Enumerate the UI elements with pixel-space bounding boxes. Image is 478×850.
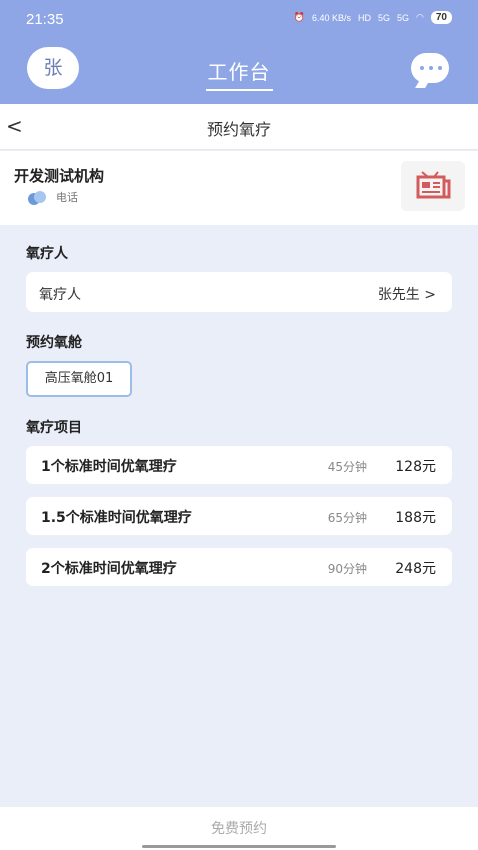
therapy-duration: 90分钟: [327, 562, 367, 576]
org-name: 开发测试机构: [14, 167, 105, 185]
org-news-button[interactable]: [401, 161, 465, 211]
therapy-price: 188元: [395, 510, 436, 526]
status-icons: ⏰ 6.40 KB/s HD 5G 5G ◠ 70: [294, 11, 452, 24]
app-header: 21:35 ⏰ 6.40 KB/s HD 5G 5G ◠ 70 张 工作台: [0, 0, 478, 104]
signal-icon: 5G: [397, 12, 410, 23]
net-speed: 6.40 KB/s: [311, 12, 351, 23]
phone-link[interactable]: 电话: [28, 189, 78, 205]
message-button[interactable]: [411, 53, 449, 83]
therapy-name: 1个标准时间优氧理疗: [41, 459, 177, 475]
phone-icon: [28, 189, 46, 205]
newspaper-icon: [416, 171, 451, 199]
phone-label: 电话: [56, 191, 78, 204]
signal-icon: 5G: [377, 12, 390, 23]
items-section-label: 氧疗项目: [26, 420, 82, 436]
patient-selector[interactable]: 氧疗人 张先生 >: [26, 272, 452, 312]
patient-field-value: 张先生 >: [377, 287, 436, 303]
alarm-icon: ⏰: [293, 12, 305, 22]
patient-field-label: 氧疗人: [39, 287, 81, 303]
chamber-option[interactable]: 高压氧舱01: [26, 361, 132, 397]
status-bar: 21:35 ⏰ 6.40 KB/s HD 5G 5G ◠ 70: [0, 0, 478, 38]
therapy-name: 2个标准时间优氧理疗: [41, 561, 177, 577]
tab-workbench[interactable]: 工作台: [205, 56, 273, 91]
therapy-duration: 45分钟: [327, 460, 367, 474]
therapy-item[interactable]: 1.5个标准时间优氧理疗 65分钟 188元: [26, 497, 452, 535]
battery-icon: 70: [430, 11, 452, 24]
nav-title: 预约氧疗: [206, 120, 271, 139]
patient-section-label: 氧疗人: [26, 246, 68, 262]
therapy-duration: 65分钟: [327, 511, 367, 525]
wifi-icon: ◠: [416, 12, 424, 22]
therapy-price: 248元: [395, 561, 436, 577]
therapy-price: 128元: [395, 459, 436, 475]
home-indicator[interactable]: [142, 845, 336, 848]
status-time: 21:35: [26, 11, 64, 28]
therapy-item[interactable]: 1个标准时间优氧理疗 45分钟 128元: [26, 446, 452, 484]
therapy-name: 1.5个标准时间优氧理疗: [41, 510, 192, 526]
chat-bubble-icon: [420, 66, 442, 70]
footer-bar: 免费预约: [0, 806, 478, 850]
nav-bar: < 预约氧疗: [0, 104, 478, 150]
org-card: 开发测试机构 电话: [0, 151, 478, 225]
therapy-item[interactable]: 2个标准时间优氧理疗 90分钟 248元: [26, 548, 452, 586]
hd-icon: HD: [357, 12, 371, 23]
free-booking-button[interactable]: 免费预约: [0, 818, 478, 838]
chamber-section-label: 预约氧舱: [26, 335, 82, 351]
page-title: 工作台: [0, 56, 478, 91]
